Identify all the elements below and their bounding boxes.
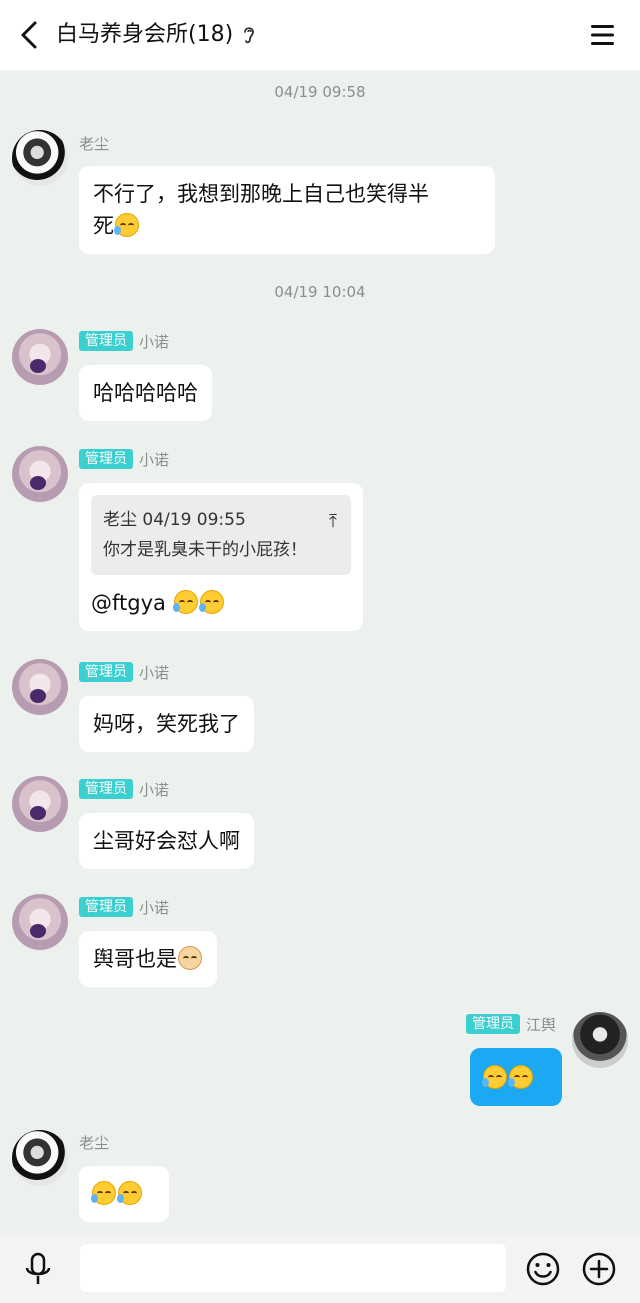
input-bar <box>0 1236 640 1303</box>
message-bubble[interactable] <box>79 1166 169 1222</box>
message-input[interactable] <box>80 1244 506 1292</box>
hamburger-menu-icon <box>591 25 614 45</box>
message-bubble[interactable] <box>470 1048 562 1106</box>
chat-header: 白马养身会所(18) <box>0 0 640 70</box>
message-text: 哈哈哈哈哈 <box>93 381 198 405</box>
ear-icon <box>244 27 255 44</box>
menu-button[interactable] <box>588 21 618 49</box>
emoji-button[interactable] <box>523 1249 563 1289</box>
sender-name: 小诺 <box>139 780 170 799</box>
admin-badge: 管理员 <box>79 662 133 682</box>
quote-header: 老尘 04/19 09:55 <box>103 510 246 530</box>
avatar[interactable] <box>12 329 68 385</box>
avatar[interactable] <box>572 1012 628 1068</box>
avatar[interactable] <box>12 894 68 950</box>
message-bubble[interactable]: 舆哥也是 <box>79 931 217 987</box>
group-name: 白马养身会所(18) <box>56 22 234 47</box>
back-button[interactable] <box>14 18 44 52</box>
avatar[interactable] <box>12 659 68 715</box>
message-text: 尘哥好会怼人啊 <box>93 829 240 853</box>
laugh-cry-emoji-icon <box>198 590 224 614</box>
chevron-left-icon <box>21 21 37 49</box>
avatar[interactable] <box>12 1130 68 1186</box>
sender-name: 老尘 <box>79 1133 110 1152</box>
voice-button[interactable] <box>18 1249 58 1289</box>
sender-name: 江舆 <box>525 1015 556 1034</box>
timestamp: 04/19 10:04 <box>274 283 366 301</box>
quoted-message[interactable]: 老尘 04/19 09:55 ⤒ 你才是乳臭未干的小屁孩！ <box>91 495 351 575</box>
sender-row: 老尘 <box>79 1131 109 1153</box>
avatar[interactable] <box>12 446 68 502</box>
sender-row: 老尘 <box>79 132 109 154</box>
sender-row: 管理员 小诺 <box>79 896 169 918</box>
smiley-icon <box>526 1252 560 1286</box>
message-text: 不行了，我想到那晚上自己也笑得半 <box>93 182 429 206</box>
sender-row: 管理员 小诺 <box>79 661 169 683</box>
sender-name: 小诺 <box>139 450 170 469</box>
laugh-cry-emoji-icon <box>508 1065 533 1089</box>
sender-name: 老尘 <box>79 134 110 153</box>
laugh-cry-emoji-icon <box>172 590 198 614</box>
message-text: @ftgya <box>91 591 173 615</box>
sender-row: 管理员 小诺 <box>79 778 169 800</box>
admin-badge: 管理员 <box>79 331 133 351</box>
plus-button[interactable] <box>579 1249 619 1289</box>
laugh-cry-emoji-icon <box>91 1181 116 1205</box>
plus-circle-icon <box>582 1252 616 1286</box>
avatar[interactable] <box>12 776 68 832</box>
message-bubble[interactable]: 妈呀，笑死我了 <box>79 696 254 752</box>
message-text: 死 <box>93 214 114 238</box>
quote-text: 你才是乳臭未干的小屁孩！ <box>103 540 307 560</box>
message-bubble[interactable]: 尘哥好会怼人啊 <box>79 813 254 869</box>
sender-name: 小诺 <box>139 898 170 917</box>
sender-name: 小诺 <box>139 663 170 682</box>
message-bubble[interactable]: 老尘 04/19 09:55 ⤒ 你才是乳臭未干的小屁孩！ @ftgya <box>79 483 363 631</box>
timestamp: 04/19 09:58 <box>274 83 366 101</box>
doge-emoji-icon <box>178 946 202 970</box>
message-bubble[interactable]: 哈哈哈哈哈 <box>79 365 212 421</box>
jump-to-quote-icon[interactable]: ⤒ <box>329 507 337 537</box>
sender-name: 小诺 <box>139 332 170 351</box>
laugh-cry-emoji-icon <box>482 1065 507 1089</box>
admin-badge: 管理员 <box>79 779 133 799</box>
message-text: 舆哥也是 <box>93 947 177 971</box>
laugh-cry-emoji-icon <box>117 1181 142 1205</box>
message-text: 妈呀，笑死我了 <box>93 712 240 736</box>
microphone-icon <box>25 1252 51 1284</box>
sender-row: 管理员 小诺 <box>79 448 169 470</box>
sender-row: 管理员 小诺 <box>79 330 169 352</box>
admin-badge: 管理员 <box>465 1014 520 1034</box>
avatar[interactable] <box>12 130 68 186</box>
admin-badge: 管理员 <box>79 897 133 917</box>
chat-title: 白马养身会所(18) <box>56 20 257 50</box>
admin-badge: 管理员 <box>79 449 133 469</box>
sender-row: 管理员 江舆 <box>465 1013 556 1035</box>
laugh-cry-emoji-icon <box>114 213 139 237</box>
message-bubble[interactable]: 不行了，我想到那晚上自己也笑得半 死 <box>79 166 495 254</box>
